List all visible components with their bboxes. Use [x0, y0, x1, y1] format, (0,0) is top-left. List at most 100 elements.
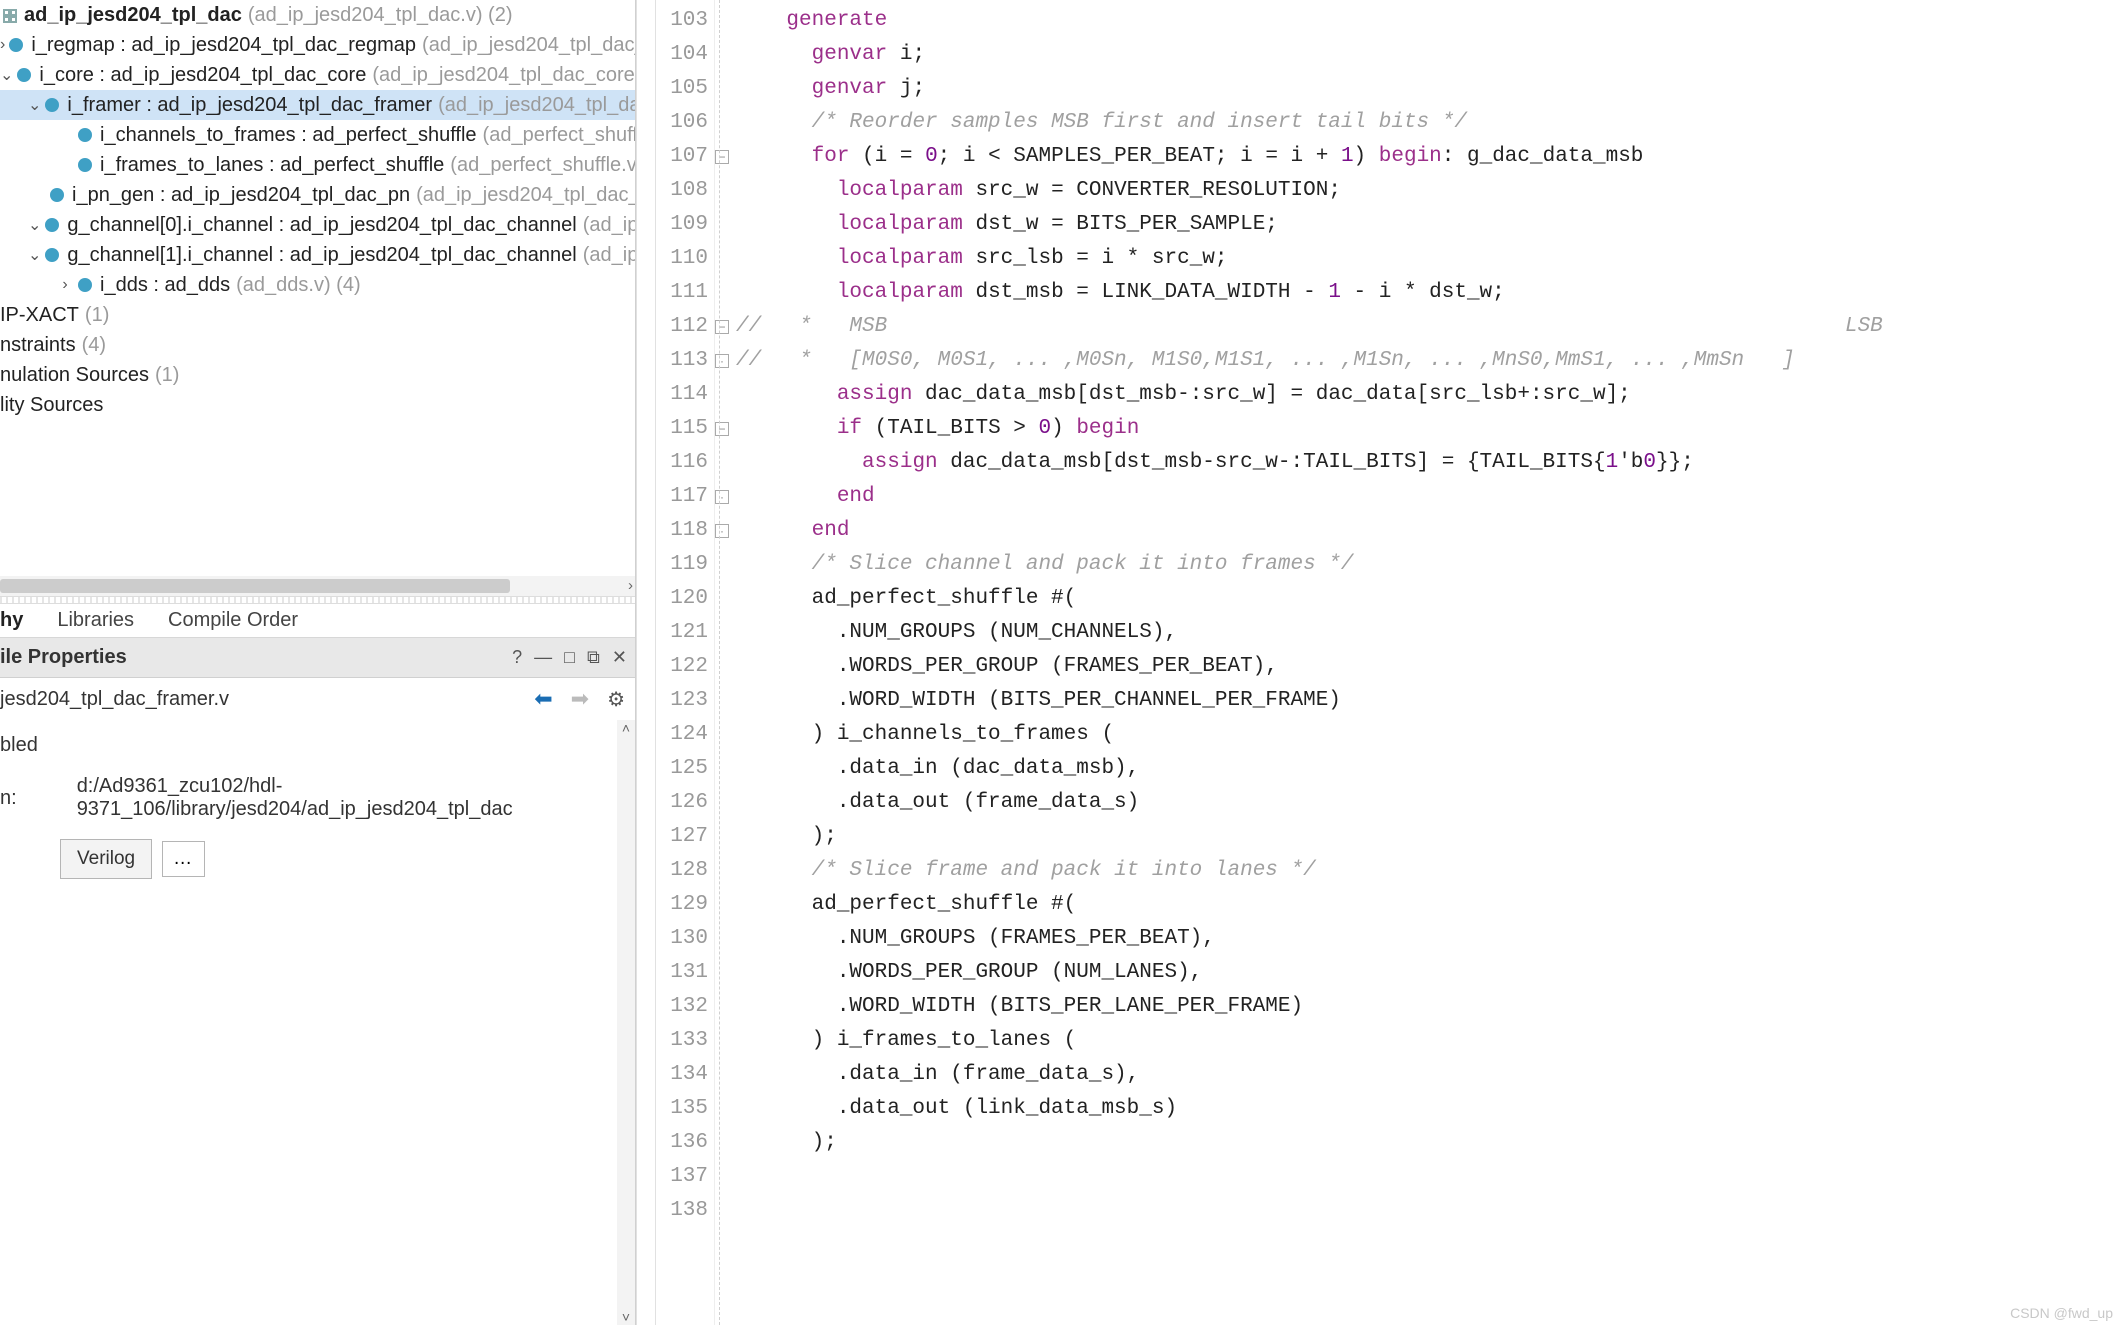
code-line[interactable]: ); [736, 1126, 2119, 1160]
code-line[interactable]: ad_perfect_shuffle #( [736, 582, 2119, 616]
code-line[interactable]: assign dac_data_msb[dst_msb-src_w-:TAIL_… [736, 446, 2119, 480]
line-number: 131 [656, 956, 708, 990]
code-line[interactable]: .data_in (dac_data_msb), [736, 752, 2119, 786]
line-number: 103 [656, 4, 708, 38]
language-button[interactable]: Verilog [60, 839, 152, 879]
scrollbar-thumb[interactable] [619, 738, 633, 1307]
nav-back-icon[interactable]: ⬅ [534, 686, 552, 712]
code-line[interactable]: .WORDS_PER_GROUP (NUM_LANES), [736, 956, 2119, 990]
code-line[interactable]: localparam src_w = CONVERTER_RESOLUTION; [736, 174, 2119, 208]
chevron-down-icon[interactable]: ⌄ [28, 95, 41, 115]
chevron-down-icon[interactable]: ⌄ [28, 245, 41, 265]
code-line[interactable]: localparam dst_w = BITS_PER_SAMPLE; [736, 208, 2119, 242]
code-line[interactable]: .WORD_WIDTH (BITS_PER_CHANNEL_PER_FRAME) [736, 684, 2119, 718]
h-scrollbar[interactable]: › [0, 576, 635, 596]
tree-row-ipxact[interactable]: IP-XACT (1) [0, 300, 635, 330]
code-line[interactable]: generate [736, 4, 2119, 38]
line-number: 130 [656, 922, 708, 956]
pane-divider[interactable] [0, 596, 635, 604]
chevron-down-icon[interactable]: ⌄ [0, 65, 13, 85]
chevron-right-icon[interactable]: › [56, 276, 74, 294]
vertical-splitter[interactable] [636, 0, 656, 1325]
code-line[interactable]: ad_perfect_shuffle #( [736, 888, 2119, 922]
popout-icon[interactable]: ⧉ [587, 647, 600, 668]
tree-row-f2l[interactable]: i_frames_to_lanes : ad_perfect_shuffle (… [0, 150, 635, 180]
close-icon[interactable]: ✕ [612, 647, 627, 668]
tree-row-simulation-sources[interactable]: nulation Sources (1) [0, 360, 635, 390]
tree-row-pn[interactable]: i_pn_gen : ad_ip_jesd204_tpl_dac_pn (ad_… [0, 180, 635, 210]
code-line[interactable]: assign dac_data_msb[dst_msb-:src_w] = da… [736, 378, 2119, 412]
code-content[interactable]: generate genvar i; genvar j; /* Reorder … [732, 0, 2119, 1325]
properties-header: ile Properties ? — □ ⧉ ✕ [0, 638, 635, 678]
code-line[interactable]: .data_out (link_data_msb_s) [736, 1092, 2119, 1126]
tab-libraries[interactable]: Libraries [57, 609, 134, 632]
more-button[interactable]: … [162, 841, 205, 877]
code-line[interactable]: // * [M0S0, M0S1, ... ,M0Sn, M1S0,M1S1, … [736, 344, 2119, 378]
scroll-up-icon[interactable]: ˄ [622, 720, 630, 736]
code-line[interactable]: .NUM_GROUPS (NUM_CHANNELS), [736, 616, 2119, 650]
code-line[interactable]: end [736, 514, 2119, 548]
tree-row-constraints[interactable]: nstraints (4) [0, 330, 635, 360]
code-line[interactable]: /* Slice channel and pack it into frames… [736, 548, 2119, 582]
tree-file: (4) [82, 334, 106, 357]
code-line[interactable]: localparam src_lsb = i * src_w; [736, 242, 2119, 276]
tree-row-ch0[interactable]: ⌄ g_channel[0].i_channel : ad_ip_jesd204… [0, 210, 635, 240]
hierarchy-tree[interactable]: ad_ip_jesd204_tpl_dac (ad_ip_jesd204_tpl… [0, 0, 635, 596]
code-line[interactable]: /* Reorder samples MSB first and insert … [736, 106, 2119, 140]
code-line[interactable]: .NUM_GROUPS (FRAMES_PER_BEAT), [736, 922, 2119, 956]
code-line[interactable]: ) i_frames_to_lanes ( [736, 1024, 2119, 1058]
fold-column[interactable]: − − · − · · [714, 0, 732, 1325]
instance-dot-icon [17, 68, 31, 82]
tree-row-ch1[interactable]: ⌄ g_channel[1].i_channel : ad_ip_jesd204… [0, 240, 635, 270]
prop-location-value: d:/Ad9361_zcu102/hdl-9371_106/library/je… [77, 775, 615, 821]
tab-hierarchy[interactable]: hy [0, 609, 23, 632]
tree-row-dds[interactable]: › i_dds : ad_dds (ad_dds.v) (4) [0, 270, 635, 300]
code-line[interactable]: for (i = 0; i < SAMPLES_PER_BEAT; i = i … [736, 140, 2119, 174]
code-line[interactable]: .data_out (frame_data_s) [736, 786, 2119, 820]
tree-row-core[interactable]: ⌄ i_core : ad_ip_jesd204_tpl_dac_core (a… [0, 60, 635, 90]
code-line[interactable]: // * MSB LSB [736, 310, 2119, 344]
fold-toggle-icon[interactable]: − [715, 320, 729, 334]
scrollbar-thumb[interactable] [0, 579, 510, 593]
code-line[interactable]: genvar i; [736, 38, 2119, 72]
scroll-down-icon[interactable]: ˅ [622, 1309, 630, 1325]
line-number: 123 [656, 684, 708, 718]
code-editor[interactable]: 1031041051061071081091101111121131141151… [656, 0, 2119, 1325]
help-icon[interactable]: ? [512, 647, 522, 668]
fold-toggle-icon[interactable]: · [715, 354, 729, 368]
code-line[interactable]: .WORD_WIDTH (BITS_PER_LANE_PER_FRAME) [736, 990, 2119, 1024]
code-line[interactable]: ); [736, 820, 2119, 854]
line-number: 116 [656, 446, 708, 480]
code-line[interactable]: genvar j; [736, 72, 2119, 106]
line-number: 108 [656, 174, 708, 208]
scroll-right-icon[interactable]: › [628, 577, 633, 594]
fold-toggle-icon[interactable]: − [715, 422, 729, 436]
fold-toggle-icon[interactable]: − [715, 150, 729, 164]
minimize-icon[interactable]: — [534, 647, 552, 668]
code-line[interactable]: /* Slice frame and pack it into lanes */ [736, 854, 2119, 888]
code-line[interactable]: ) i_channels_to_frames ( [736, 718, 2119, 752]
tree-label: IP-XACT [0, 304, 79, 327]
chevron-right-icon[interactable]: › [0, 36, 5, 54]
v-scrollbar[interactable]: ˄ ˅ [617, 720, 635, 1325]
code-line[interactable]: .WORDS_PER_GROUP (FRAMES_PER_BEAT), [736, 650, 2119, 684]
line-number: 120 [656, 582, 708, 616]
tree-file: (ad_perfect_shuffle.v) [450, 154, 635, 177]
code-line[interactable]: localparam dst_msb = LINK_DATA_WIDTH - 1… [736, 276, 2119, 310]
tree-row-framer[interactable]: ⌄ i_framer : ad_ip_jesd204_tpl_dac_frame… [0, 90, 635, 120]
tree-row-regmap[interactable]: › i_regmap : ad_ip_jesd204_tpl_dac_regma… [0, 30, 635, 60]
fold-toggle-icon[interactable]: · [715, 490, 729, 504]
fold-toggle-icon[interactable]: · [715, 524, 729, 538]
code-line[interactable]: if (TAIL_BITS > 0) begin [736, 412, 2119, 446]
tree-row-c2f[interactable]: i_channels_to_frames : ad_perfect_shuffl… [0, 120, 635, 150]
tab-compile-order[interactable]: Compile Order [168, 609, 298, 632]
maximize-icon[interactable]: □ [564, 647, 575, 668]
code-line[interactable]: .data_in (frame_data_s), [736, 1058, 2119, 1092]
instance-dot-icon [45, 218, 59, 232]
tree-row-utility-sources[interactable]: lity Sources [0, 390, 635, 420]
code-line[interactable]: end [736, 480, 2119, 514]
chevron-down-icon[interactable]: ⌄ [28, 215, 41, 235]
gear-icon[interactable]: ⚙ [607, 687, 625, 712]
tree-row-root[interactable]: ad_ip_jesd204_tpl_dac (ad_ip_jesd204_tpl… [0, 0, 635, 30]
nav-forward-icon[interactable]: ➡ [571, 686, 589, 712]
